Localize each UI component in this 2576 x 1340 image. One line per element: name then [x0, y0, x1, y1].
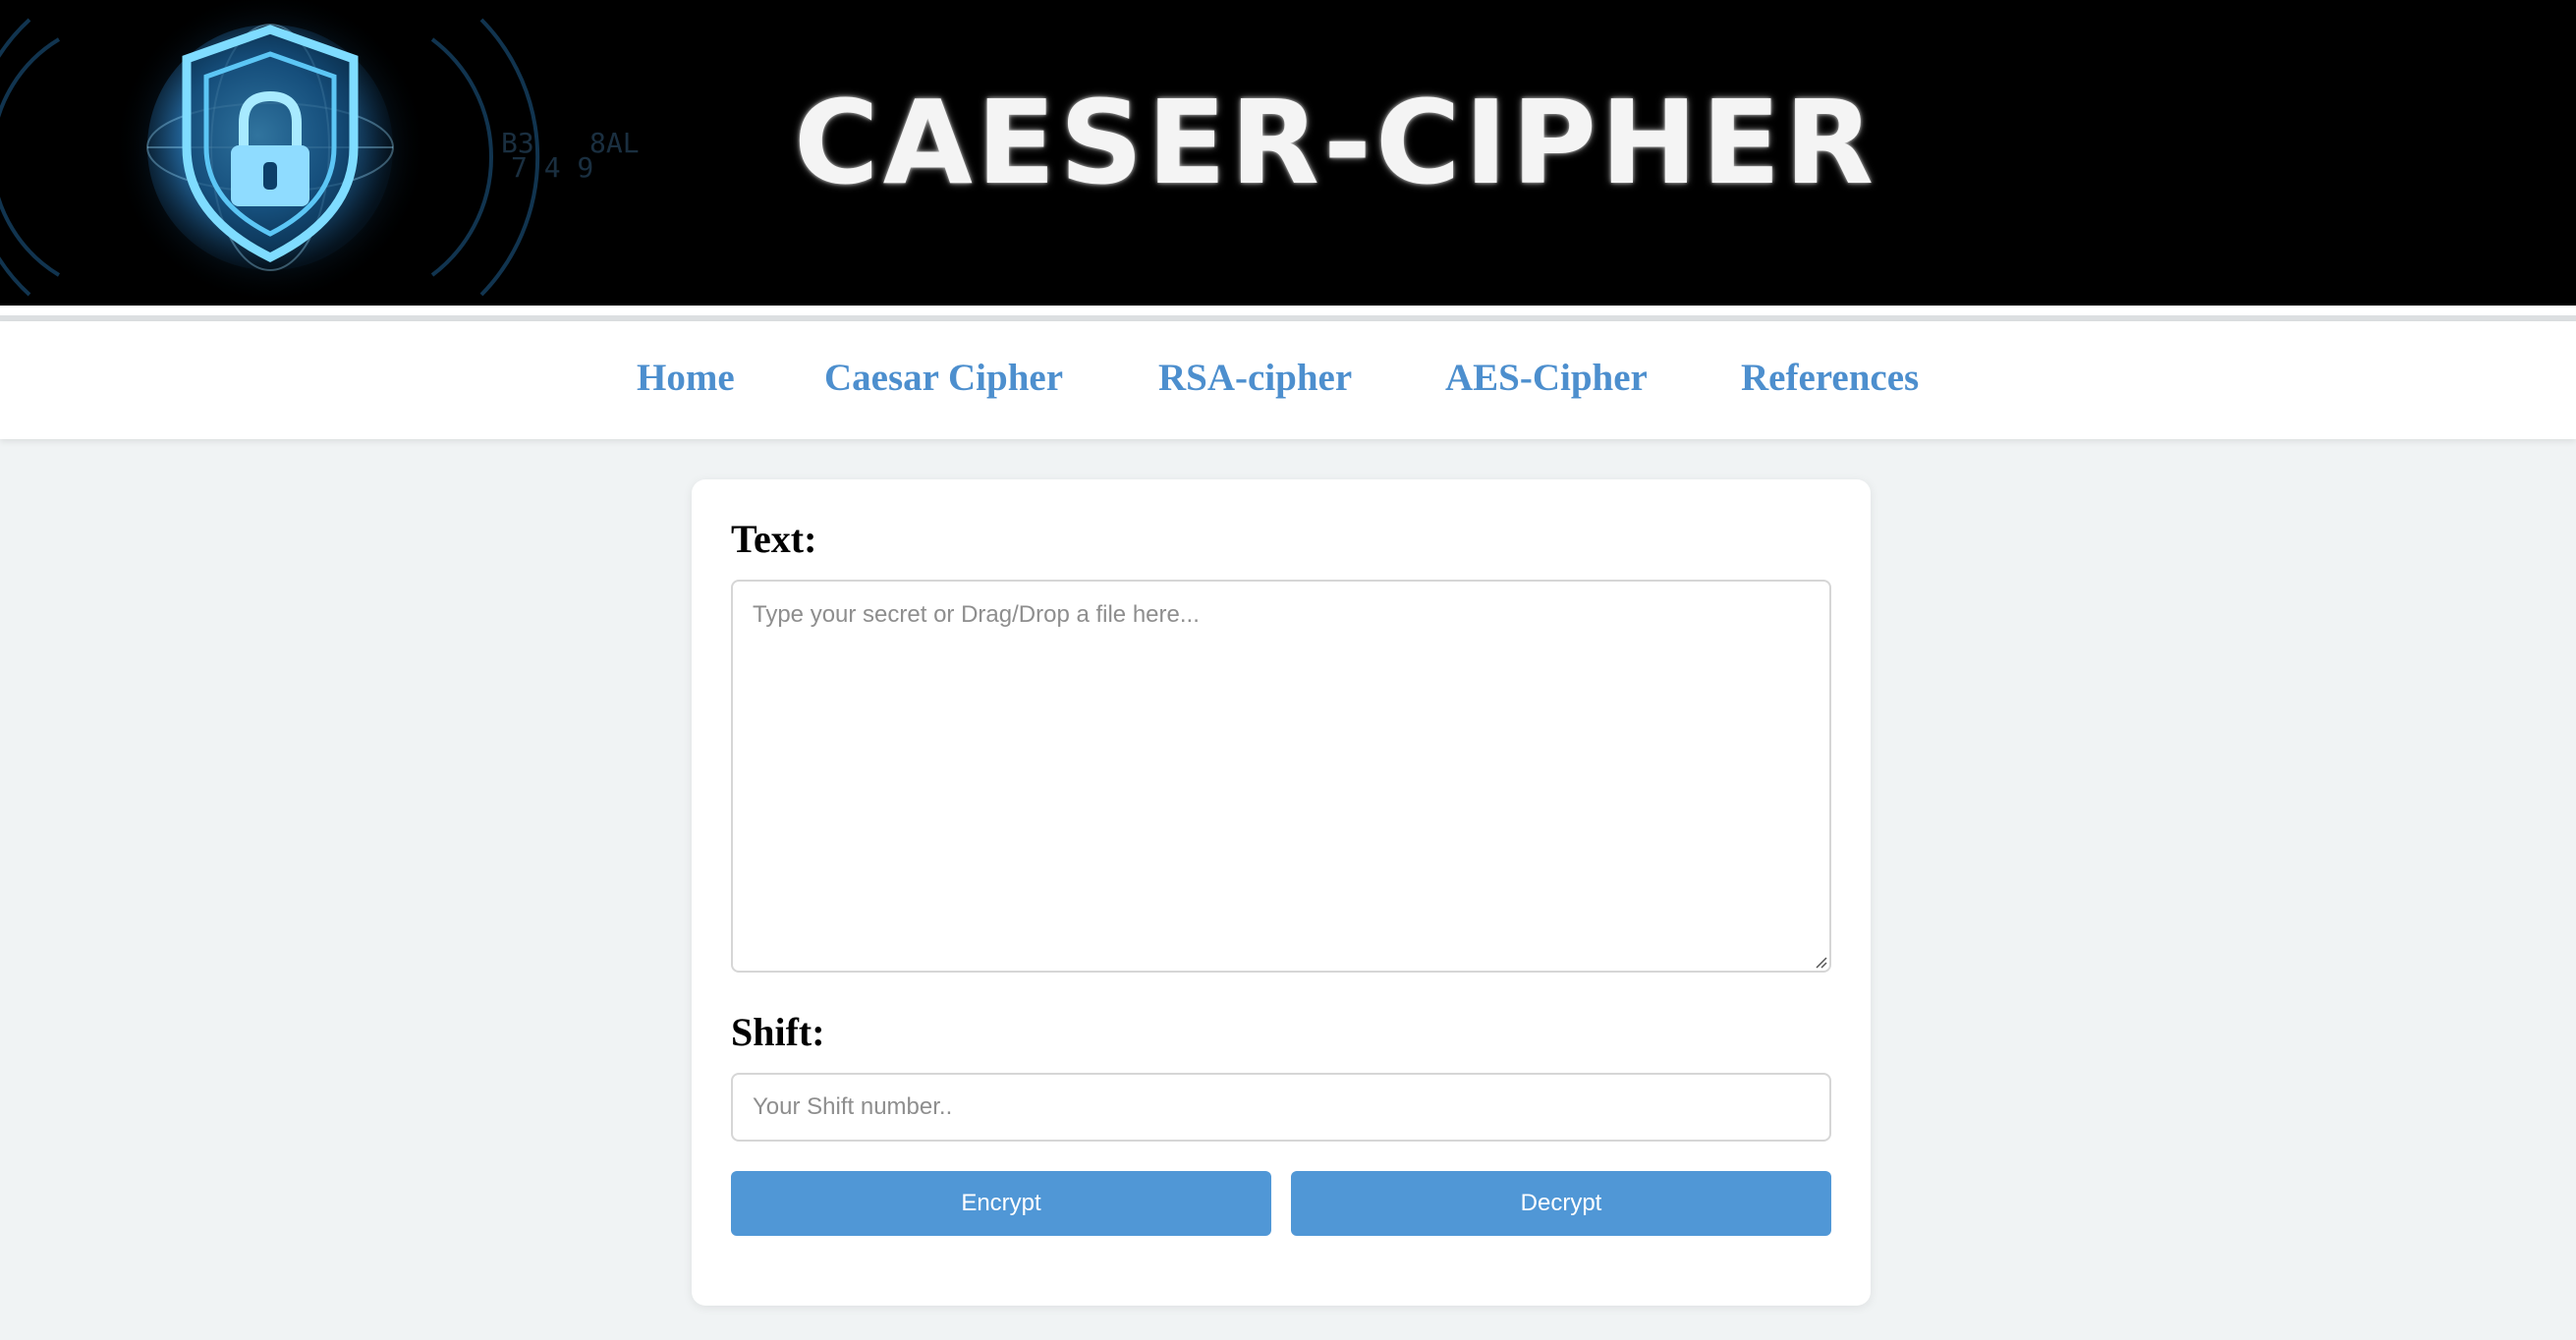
- shift-label: Shift:: [731, 1010, 825, 1054]
- banner-spacer: [0, 306, 2576, 315]
- svg-text:7 4 9: 7 4 9: [511, 151, 593, 184]
- nav-link-caesar-cipher[interactable]: Caesar Cipher: [824, 349, 1063, 408]
- encrypt-button[interactable]: Encrypt: [731, 1171, 1271, 1236]
- nav-link-aes-cipher[interactable]: AES-Cipher: [1445, 349, 1648, 408]
- resize-handle-icon[interactable]: [1816, 957, 1827, 969]
- shift-number-input[interactable]: [731, 1073, 1831, 1142]
- nav-link-references[interactable]: References: [1741, 349, 1919, 408]
- header-banner: B3 8AL 7 4 9 CAESER-CIPHER: [0, 0, 2576, 306]
- site-title: CAESER-CIPHER: [794, 75, 1878, 210]
- secret-text-input[interactable]: [731, 580, 1831, 973]
- svg-text:8AL: 8AL: [589, 127, 640, 159]
- main-nav: Home Caesar Cipher RSA-cipher AES-Cipher…: [0, 321, 2576, 439]
- text-label: Text:: [731, 517, 817, 561]
- cipher-form-card: Text: Shift: Encrypt Decrypt: [692, 479, 1871, 1306]
- shield-lock-icon: B3 8AL 7 4 9: [0, 0, 640, 305]
- nav-link-rsa-cipher[interactable]: RSA-cipher: [1158, 349, 1352, 408]
- nav-link-home[interactable]: Home: [637, 349, 735, 408]
- decrypt-button[interactable]: Decrypt: [1291, 1171, 1831, 1236]
